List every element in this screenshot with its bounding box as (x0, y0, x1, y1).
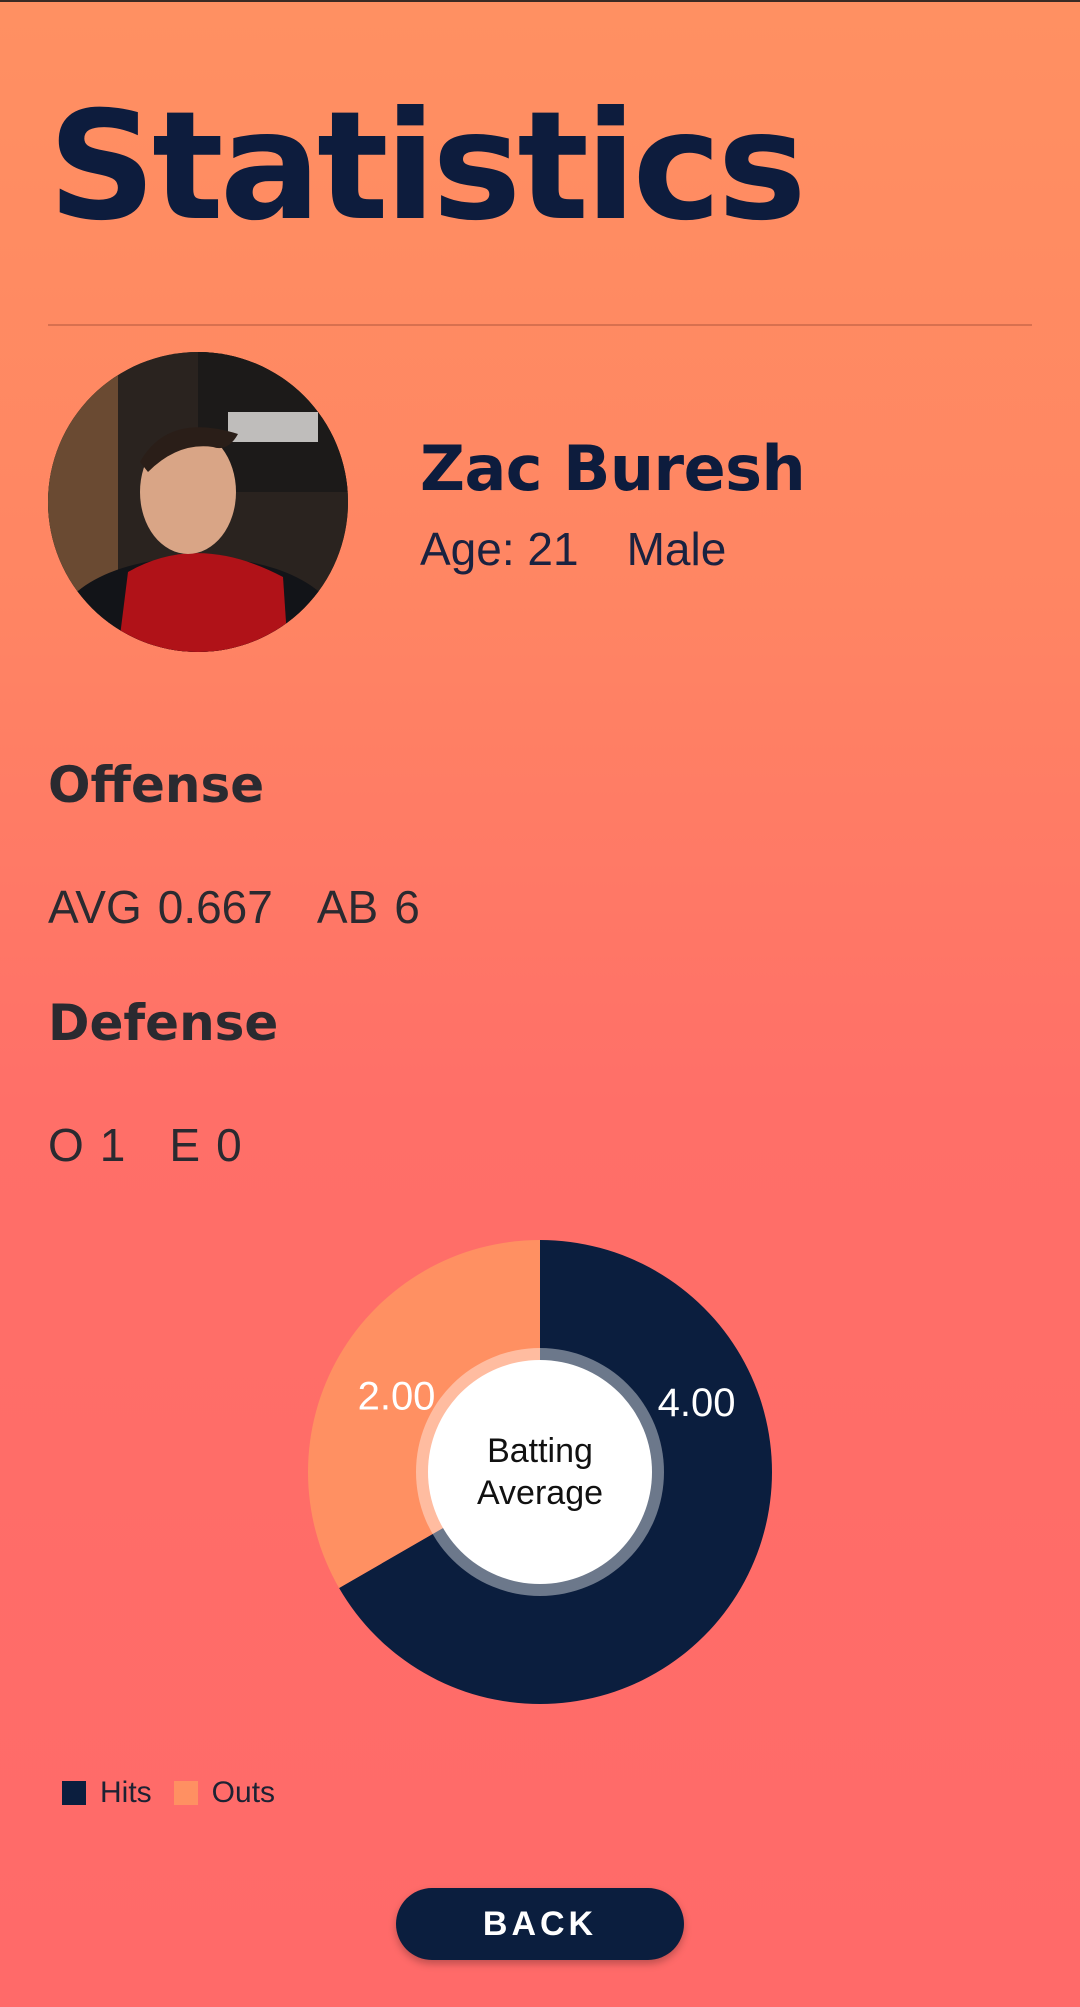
o-value: 1 (99, 1119, 126, 1171)
e-value: 0 (216, 1119, 242, 1171)
player-age: Age: 21 (420, 523, 579, 575)
value-label-hits: 4.00 (658, 1381, 736, 1425)
ab-label: AB (316, 881, 379, 933)
batting-average-chart: 4.00 2.00 Batting Average (300, 1232, 780, 1712)
offense-stats: AVG 0.667 AB 6 (48, 880, 436, 934)
player-name: Zac Buresh (420, 432, 806, 505)
top-border (0, 0, 1080, 2)
legend-label-hits: Hits (100, 1776, 152, 1809)
divider (48, 324, 1032, 326)
defense-heading: Defense (48, 994, 279, 1052)
offense-heading: Offense (48, 756, 265, 814)
legend-label-outs: Outs (211, 1776, 276, 1809)
avg-value: 0.667 (157, 881, 273, 933)
center-label-line-2: Average (477, 1474, 603, 1512)
page-title: Statistics (48, 80, 807, 254)
chart-legend: Hits Outs (62, 1776, 297, 1810)
avg-label: AVG (48, 881, 142, 933)
e-label: E (169, 1119, 201, 1171)
o-label: O (48, 1119, 84, 1171)
pie-chart-svg: 4.00 2.00 Batting Average (308, 1240, 772, 1704)
ab-value: 6 (394, 881, 420, 933)
legend-swatch-outs (173, 1781, 198, 1805)
back-button[interactable]: BACK (396, 1888, 684, 1960)
defense-stats: O1E0 (48, 1118, 258, 1172)
avatar (48, 352, 348, 652)
legend-swatch-hits (62, 1781, 86, 1805)
donut-hole (428, 1360, 652, 1584)
center-label-line-1: Batting (487, 1432, 593, 1470)
player-gender: Male (626, 523, 727, 575)
value-label-outs: 2.00 (358, 1375, 436, 1419)
player-meta: Age: 21 Male (420, 522, 774, 576)
